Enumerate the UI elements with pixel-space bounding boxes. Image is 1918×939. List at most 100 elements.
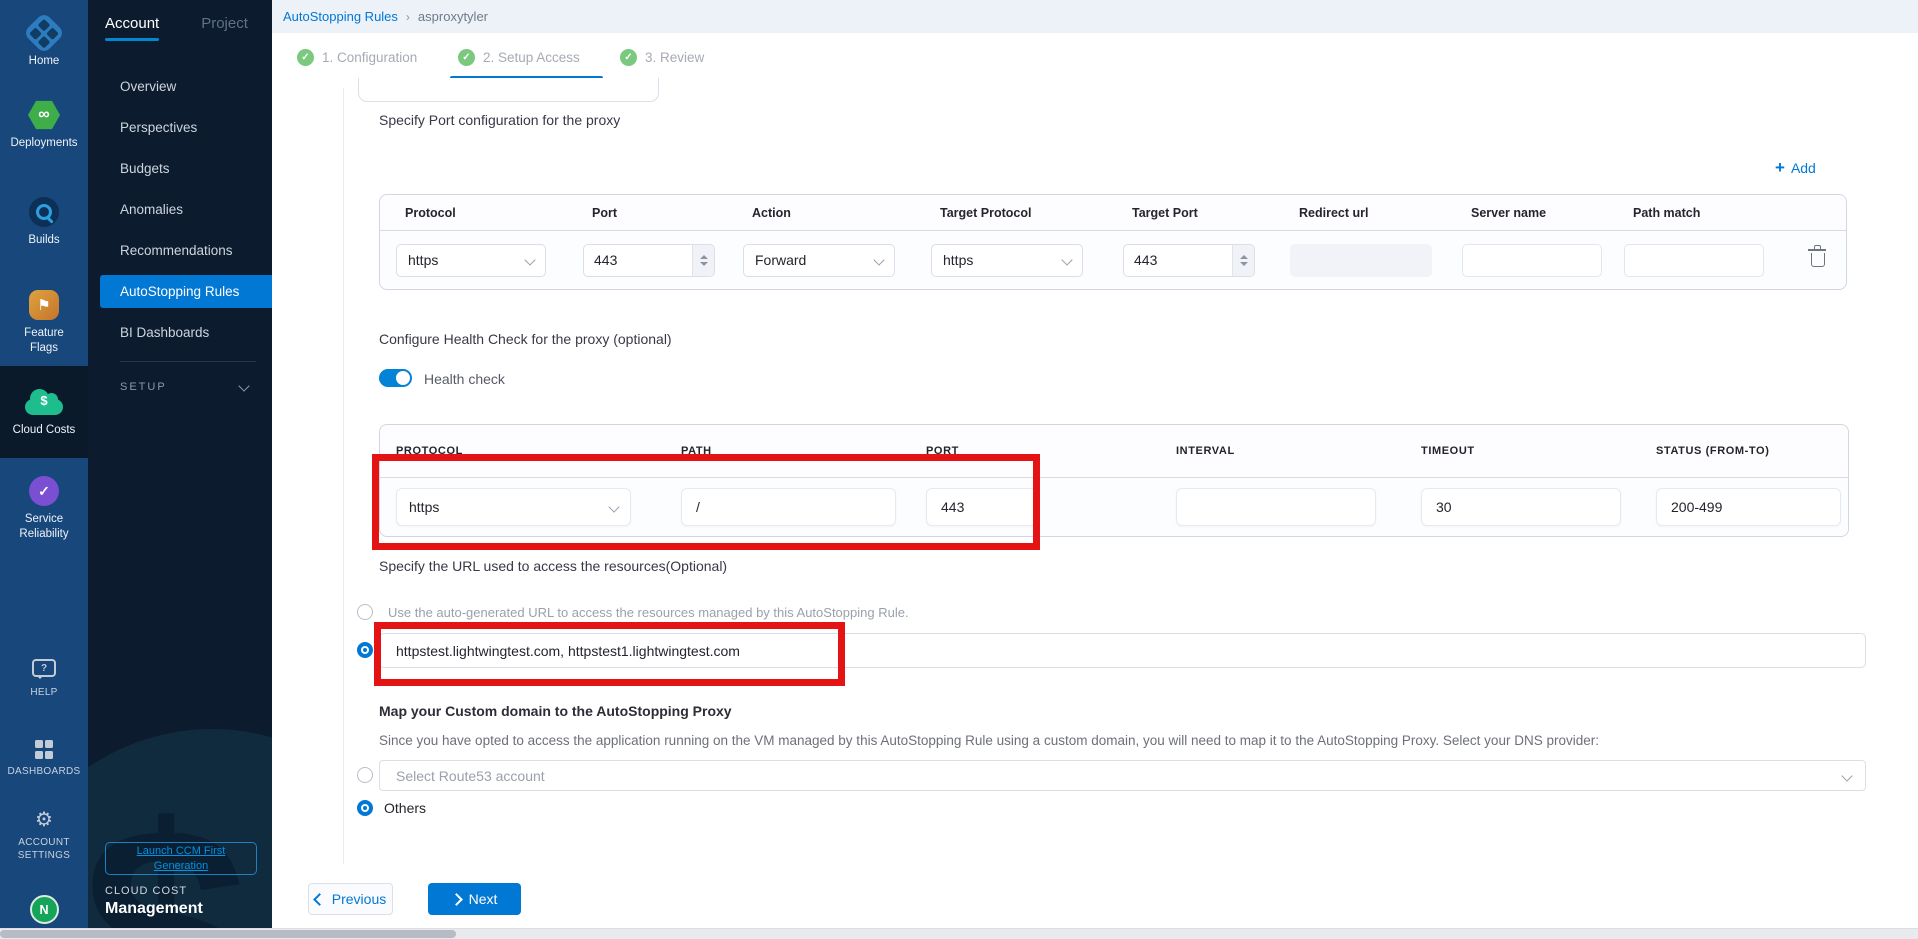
- rail-item-dashboards[interactable]: DASHBOARDS: [0, 740, 88, 778]
- sidebar-item-overview[interactable]: Overview: [88, 66, 272, 107]
- hc-port-input[interactable]: 443: [926, 488, 1038, 526]
- rail-item-service-reliability[interactable]: ✓ Service Reliability: [0, 476, 88, 542]
- chevron-down-icon: [1841, 770, 1852, 781]
- rail-item-label: Deployments: [10, 136, 77, 151]
- previous-label: Previous: [332, 891, 386, 907]
- custom-url-radio[interactable]: [357, 642, 373, 658]
- next-button[interactable]: Next: [428, 883, 521, 915]
- rail-item-deployments[interactable]: ∞ Deployments: [0, 100, 88, 151]
- auto-generated-url-radio[interactable]: [357, 604, 373, 620]
- col-hc-timeout: TIMEOUT: [1405, 445, 1640, 457]
- delete-row-trash-icon[interactable]: [1811, 253, 1825, 267]
- previous-button[interactable]: Previous: [308, 883, 393, 915]
- route53-radio[interactable]: [357, 767, 373, 783]
- hc-path-input[interactable]: /: [681, 488, 896, 526]
- sidebar-item-budgets[interactable]: Budgets: [88, 148, 272, 189]
- help-icon: ?: [32, 659, 56, 677]
- step-setup-access[interactable]: ✓ 2. Setup Access: [458, 49, 580, 66]
- app-root: Home ∞ Deployments Builds ⚑ Feature Flag…: [0, 0, 1918, 939]
- col-hc-protocol: PROTOCOL: [380, 445, 665, 457]
- sidebar-item-anomalies[interactable]: Anomalies: [88, 189, 272, 230]
- port-config-heading: Specify Port configuration for the proxy: [379, 112, 620, 128]
- health-check-toggle-label: Health check: [424, 371, 505, 387]
- step-review[interactable]: ✓ 3. Review: [620, 49, 704, 66]
- path-match-input[interactable]: [1624, 244, 1764, 277]
- rail-item-label: Builds: [28, 233, 59, 248]
- horizontal-scrollbar[interactable]: [0, 928, 1918, 939]
- target-protocol-value: https: [943, 252, 973, 268]
- port-table-header: Protocol Port Action Target Protocol Tar…: [380, 195, 1846, 231]
- sidebar-item-recommendations[interactable]: Recommendations: [88, 230, 272, 271]
- sidebar-item-perspectives[interactable]: Perspectives: [88, 107, 272, 148]
- rail-item-label: HELP: [30, 686, 57, 699]
- sidebar-footer: CLOUD COST Management: [105, 885, 203, 918]
- step-check-icon: ✓: [458, 49, 475, 66]
- col-target-port: Target Port: [1107, 206, 1274, 220]
- launch-ccm-first-gen-button[interactable]: Launch CCM First Generation: [105, 842, 257, 875]
- step-check-icon: ✓: [297, 49, 314, 66]
- port-config-table: Protocol Port Action Target Protocol Tar…: [379, 194, 1847, 290]
- target-port-input[interactable]: 443: [1123, 244, 1255, 277]
- chevron-right-icon: [450, 893, 463, 906]
- health-check-header: PROTOCOL PATH PORT INTERVAL TIMEOUT STAT…: [380, 425, 1848, 478]
- number-stepper[interactable]: [1232, 245, 1254, 276]
- rail-item-builds[interactable]: Builds: [0, 197, 88, 248]
- rail-item-label: DASHBOARDS: [7, 765, 80, 778]
- port-input[interactable]: 443: [583, 244, 715, 277]
- breadcrumb-separator-icon: ›: [406, 10, 410, 24]
- rail-item-cloud-costs[interactable]: $ Cloud Costs: [0, 366, 88, 458]
- health-check-row: https / 443 30 200-499: [380, 478, 1848, 536]
- add-port-row-button[interactable]: + Add: [1775, 159, 1816, 176]
- step-configuration[interactable]: ✓ 1. Configuration: [297, 49, 417, 66]
- rail-item-home[interactable]: Home: [0, 18, 88, 69]
- rail-item-account-settings[interactable]: ⚙ ACCOUNT SETTINGS: [0, 810, 88, 862]
- protocol-select[interactable]: https: [396, 244, 546, 277]
- col-server-name: Server name: [1446, 206, 1608, 220]
- scrollbar-thumb[interactable]: [0, 930, 456, 938]
- rail-item-feature-flags[interactable]: ⚑ Feature Flags: [0, 290, 88, 356]
- chevron-down-icon: [608, 501, 619, 512]
- scrolled-cutoff-field[interactable]: [358, 78, 659, 102]
- step-label: 2. Setup Access: [483, 50, 580, 65]
- col-protocol: Protocol: [380, 206, 567, 220]
- custom-url-input[interactable]: httpstest.lightwingtest.com, httpstest1.…: [379, 633, 1866, 668]
- sidebar-setup-group[interactable]: SETUP: [120, 381, 248, 393]
- sidebar-item-bi-dashboards[interactable]: BI Dashboards: [88, 312, 272, 353]
- target-protocol-select[interactable]: https: [931, 244, 1083, 277]
- breadcrumb-current: asproxytyler: [418, 9, 488, 24]
- rail-item-help[interactable]: ? HELP: [0, 659, 88, 699]
- sidebar-item-autostopping-rules[interactable]: AutoStopping Rules: [100, 275, 272, 308]
- tab-account[interactable]: Account: [105, 15, 159, 41]
- sidebar-divider: [120, 361, 256, 362]
- rail-item-profile[interactable]: N: [0, 895, 88, 924]
- hc-protocol-value: https: [409, 499, 439, 515]
- action-select[interactable]: Forward: [743, 244, 895, 277]
- chevron-down-icon: [873, 254, 884, 265]
- tab-project[interactable]: Project: [201, 15, 248, 41]
- rail-item-label: Service Reliability: [11, 512, 77, 542]
- scope-tabs: Account Project: [105, 15, 248, 41]
- server-name-input[interactable]: [1462, 244, 1602, 277]
- col-port: Port: [567, 206, 727, 220]
- next-label: Next: [469, 891, 498, 907]
- hc-protocol-select[interactable]: https: [396, 488, 631, 526]
- dollar-glyph: $: [25, 393, 63, 408]
- breadcrumb-autostopping-rules-link[interactable]: AutoStopping Rules: [283, 9, 398, 24]
- col-action: Action: [727, 206, 915, 220]
- gear-icon: ⚙: [35, 810, 53, 830]
- others-radio[interactable]: [357, 800, 373, 816]
- route53-account-select[interactable]: Select Route53 account: [379, 760, 1866, 791]
- health-check-toggle[interactable]: [379, 369, 412, 387]
- avatar[interactable]: N: [30, 895, 59, 924]
- rail-item-label: ACCOUNT SETTINGS: [9, 836, 79, 862]
- hc-timeout-input[interactable]: 30: [1421, 488, 1621, 526]
- hc-status-input[interactable]: 200-499: [1656, 488, 1841, 526]
- chevron-left-icon: [313, 893, 326, 906]
- dashboards-icon: [35, 740, 54, 759]
- main-content: AutoStopping Rules › asproxytyler ✓ 1. C…: [272, 0, 1918, 939]
- hc-interval-input[interactable]: [1176, 488, 1376, 526]
- number-stepper[interactable]: [692, 245, 714, 276]
- others-label: Others: [384, 800, 426, 816]
- cloud-costs-icon: $: [25, 399, 63, 415]
- module-rail: Home ∞ Deployments Builds ⚑ Feature Flag…: [0, 0, 88, 939]
